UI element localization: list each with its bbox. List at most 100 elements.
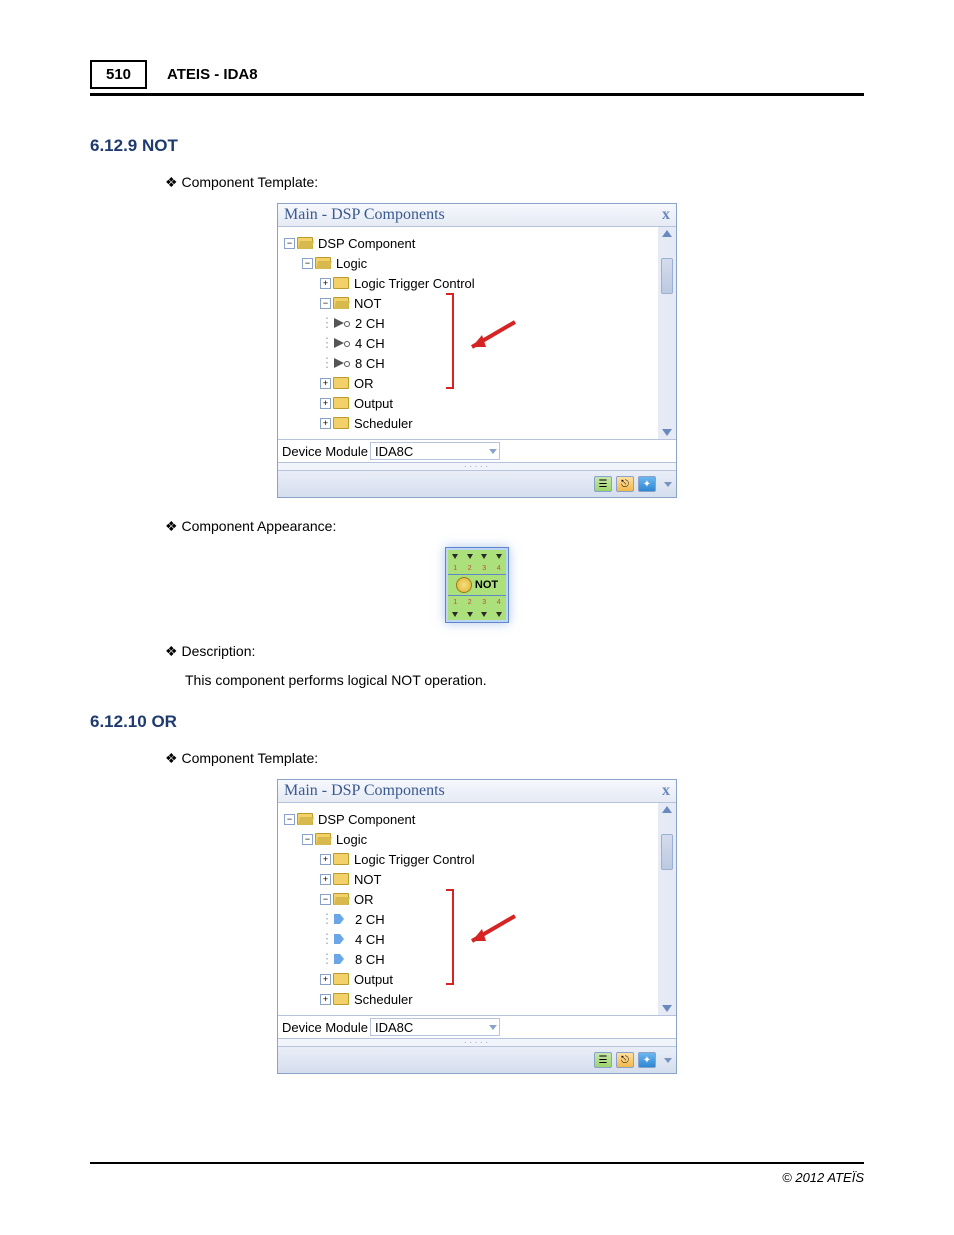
- scrollbar[interactable]: [658, 803, 676, 1015]
- scroll-up-icon[interactable]: [662, 806, 672, 813]
- not-core-icon: [456, 577, 472, 593]
- or-gate-icon: [334, 934, 350, 944]
- collapse-icon[interactable]: −: [284, 238, 295, 249]
- scroll-up-icon[interactable]: [662, 230, 672, 237]
- not-gate-icon: [334, 338, 350, 348]
- folder-icon: [297, 813, 313, 825]
- tree-label: 2 CH: [355, 316, 385, 331]
- tree-not-group[interactable]: − NOT: [284, 293, 654, 313]
- bullet-component-template-2: Component Template:: [165, 750, 864, 767]
- scroll-thumb[interactable]: [661, 258, 673, 294]
- scroll-thumb[interactable]: [661, 834, 673, 870]
- tree-label: 4 CH: [355, 932, 385, 947]
- pin-num: 4: [497, 599, 501, 606]
- close-icon[interactable]: x: [662, 782, 670, 800]
- collapse-icon[interactable]: −: [302, 258, 313, 269]
- chevron-down-icon[interactable]: [664, 1058, 672, 1063]
- scrollbar[interactable]: [658, 227, 676, 439]
- pins-top-arrows: [448, 550, 506, 562]
- tree-label: Logic Trigger Control: [354, 276, 475, 291]
- description-text: This component performs logical NOT oper…: [185, 672, 864, 688]
- panel-statusbar: ☰ ⎋ ✦: [278, 1047, 676, 1073]
- section-heading-not: 6.12.9 NOT: [90, 136, 864, 156]
- expand-icon[interactable]: +: [320, 418, 331, 429]
- pin-num: 1: [453, 599, 457, 606]
- tree-label: NOT: [354, 872, 381, 887]
- expand-icon[interactable]: +: [320, 874, 331, 885]
- tree-scheduler[interactable]: + Scheduler: [284, 413, 654, 433]
- expand-icon[interactable]: +: [320, 854, 331, 865]
- tree-label: 4 CH: [355, 336, 385, 351]
- device-module-row: Device Module IDA8C: [278, 1016, 676, 1039]
- tree-ltc[interactable]: +Logic Trigger Control: [284, 849, 654, 869]
- tree-or-8ch[interactable]: ⋮8 CH: [284, 949, 654, 969]
- tree-output[interactable]: +Output: [284, 393, 654, 413]
- folder-icon: [333, 277, 349, 289]
- highlight-arrow-icon: [460, 317, 520, 357]
- collapse-icon[interactable]: −: [320, 298, 331, 309]
- status-icon-slider[interactable]: ⎋: [616, 1052, 634, 1068]
- tree-scheduler[interactable]: +Scheduler: [284, 989, 654, 1009]
- chevron-down-icon[interactable]: [664, 482, 672, 487]
- tree-label: NOT: [354, 296, 381, 311]
- tree-not[interactable]: + NOT: [284, 869, 654, 889]
- highlight-arrow-icon: [460, 911, 520, 951]
- tree-body: −DSP Component − Logic + Logic Trigger Con…: [278, 227, 676, 440]
- device-module-value: IDA8C: [375, 1020, 413, 1035]
- page-footer: © 2012 ATEÏS: [90, 1162, 864, 1185]
- section-heading-or: 6.12.10 OR: [90, 712, 864, 732]
- tree-or-group[interactable]: − OR: [284, 889, 654, 909]
- tree-logic[interactable]: − Logic: [284, 829, 654, 849]
- panel-title: Main - DSP Components: [284, 206, 445, 224]
- expand-icon[interactable]: +: [320, 398, 331, 409]
- or-gate-icon: [334, 914, 350, 924]
- not-core-label: NOT: [475, 579, 498, 591]
- not-core: NOT: [448, 574, 506, 596]
- bullet-component-appearance: Component Appearance:: [165, 518, 864, 535]
- device-module-value: IDA8C: [375, 444, 413, 459]
- expand-icon[interactable]: +: [320, 974, 331, 985]
- pin-num: 2: [468, 565, 472, 572]
- tree-label: 2 CH: [355, 912, 385, 927]
- expand-icon[interactable]: +: [320, 994, 331, 1005]
- tree-root[interactable]: − DSP Component: [284, 809, 654, 829]
- scroll-down-icon[interactable]: [662, 1005, 672, 1012]
- not-gate-icon: [334, 318, 350, 328]
- tree-logic[interactable]: − Logic: [284, 253, 654, 273]
- tree-label: DSP Component: [318, 812, 415, 827]
- device-module-combo[interactable]: IDA8C: [370, 442, 500, 460]
- panel-statusbar: ☰ ⎋ ✦: [278, 471, 676, 497]
- tree-panel-or-wrap: Main - DSP Components x −DSP Component −…: [90, 779, 864, 1074]
- collapse-icon[interactable]: −: [302, 834, 313, 845]
- tree-label: Logic: [336, 832, 367, 847]
- close-icon[interactable]: x: [662, 206, 670, 224]
- panel-titlebar: Main - DSP Components x: [278, 780, 676, 803]
- panel-resize-grip[interactable]: [278, 463, 676, 471]
- scroll-down-icon[interactable]: [662, 429, 672, 436]
- pin-num: 3: [482, 565, 486, 572]
- status-icon-list[interactable]: ☰: [594, 476, 612, 492]
- status-icon-gear[interactable]: ✦: [638, 1052, 656, 1068]
- tree-label: Logic: [336, 256, 367, 271]
- status-icon-list[interactable]: ☰: [594, 1052, 612, 1068]
- tree-or[interactable]: +OR: [284, 373, 654, 393]
- expand-icon[interactable]: +: [320, 278, 331, 289]
- tree-label: Scheduler: [354, 416, 413, 431]
- folder-icon: [333, 417, 349, 429]
- panel-resize-grip[interactable]: [278, 1039, 676, 1047]
- tree-output[interactable]: +Output: [284, 969, 654, 989]
- tree-ltc[interactable]: + Logic Trigger Control: [284, 273, 654, 293]
- tree-root[interactable]: −DSP Component: [284, 233, 654, 253]
- tree-label: OR: [354, 892, 374, 907]
- device-module-label: Device Module: [282, 444, 368, 459]
- collapse-icon[interactable]: −: [284, 814, 295, 825]
- status-icon-gear[interactable]: ✦: [638, 476, 656, 492]
- status-icon-slider[interactable]: ⎋: [616, 476, 634, 492]
- collapse-icon[interactable]: −: [320, 894, 331, 905]
- folder-icon: [297, 237, 313, 249]
- device-module-combo[interactable]: IDA8C: [370, 1018, 500, 1036]
- expand-icon[interactable]: +: [320, 378, 331, 389]
- panel-title: Main - DSP Components: [284, 782, 445, 800]
- folder-icon: [333, 377, 349, 389]
- folder-icon: [333, 893, 349, 905]
